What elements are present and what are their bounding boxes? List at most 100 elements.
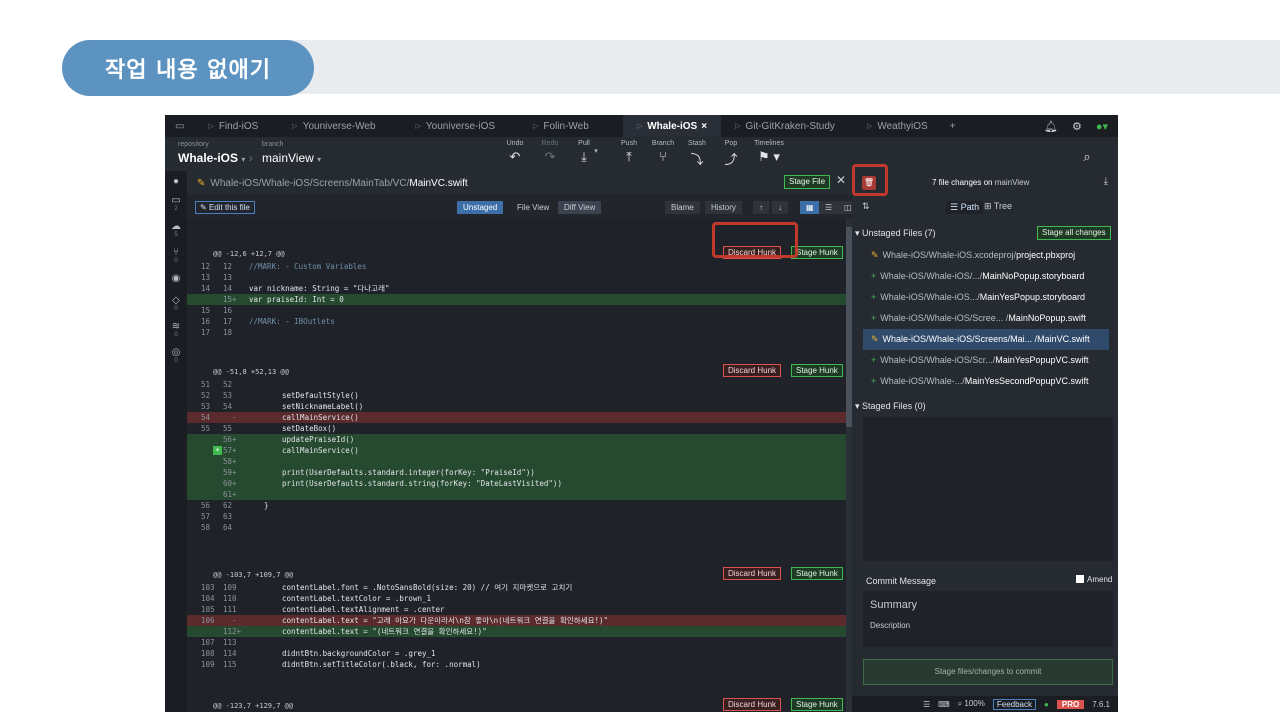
list-item[interactable]: + Whale-iOS/Whale-iOS/Scr.../MainYesPopup… — [863, 350, 1109, 371]
amend-checkbox[interactable]: Amend — [1076, 575, 1112, 584]
stage-line-plus-icon[interactable]: + — [213, 446, 222, 455]
branch-selector[interactable]: mainView ▾ — [262, 151, 321, 165]
plus-icon: + — [871, 292, 877, 302]
push-button[interactable]: Push ⤒ — [612, 140, 646, 165]
stage-hunk-button[interactable]: Stage Hunk — [791, 364, 843, 377]
pull-request-icon[interactable]: ⑂ 0 — [165, 247, 187, 265]
list-item[interactable]: + Whale-iOS/Whale-iOS/.../MainNoPopup.sto… — [863, 266, 1109, 287]
arrow-down-icon[interactable]: ↓ — [772, 201, 788, 214]
zoom-indicator[interactable]: ⌕ 100% — [958, 699, 985, 709]
staged-files-header[interactable]: ▾ Staged Files (0) — [855, 401, 926, 412]
tab-folin-web[interactable]: ▷ Folin-Web — [509, 115, 603, 137]
path-view-toggle[interactable]: ☰ Path — [946, 201, 984, 214]
repository-selector[interactable]: Whale-iOS ▾ › — [178, 151, 253, 165]
submodules-icon[interactable]: ≋ 0 — [165, 321, 187, 339]
hunk-header: @@ -103,7 +109,7 @@ — [213, 571, 294, 579]
code-line: 15 16 — [201, 306, 233, 315]
tab-git-gitkraken-study[interactable]: ▷ Git-GitKraken-Study — [721, 115, 849, 137]
discard-hunk-button[interactable]: Discard Hunk — [723, 698, 782, 711]
summary-input[interactable]: Summary — [870, 599, 917, 611]
plus-icon: + — [871, 313, 877, 323]
stage-hunk-button[interactable]: Stage Hunk — [791, 698, 843, 711]
unstaged-toggle[interactable]: Unstaged — [457, 201, 504, 214]
list-item[interactable]: + Whale-iOS/Whale-.../MainYesSecondPopupV… — [863, 371, 1109, 392]
file-changes-summary: 7 file changes on mainView — [932, 178, 1030, 187]
discard-hunk-button[interactable]: Discard Hunk — [723, 567, 782, 580]
tab-weathyios[interactable]: ▷ WeathyiOS — [849, 115, 942, 137]
gitkraken-icon[interactable]: ● — [165, 176, 187, 187]
tree-view-toggle[interactable]: ⊞ Tree — [984, 201, 1012, 212]
stage-to-commit-button[interactable]: Stage files/changes to commit — [863, 659, 1113, 685]
code-line-added: 112+ contentLabel.text = "(네트워크 연결을 확인하세요… — [187, 626, 846, 637]
code-line: 52 53 setDefaultStyle() — [201, 391, 359, 400]
pop-icon: ⤴ — [724, 152, 738, 167]
commit-message-box[interactable]: Summary Description — [863, 591, 1113, 647]
diff-code-area: @@ -12,6 +12,7 @@ Discard Hunk Stage Hun… — [187, 219, 846, 712]
list-item[interactable]: + Whale-iOS/Whale-iOS/Scree... /MainNoPop… — [863, 308, 1109, 329]
profile-avatar-icon[interactable]: ● — [1044, 700, 1049, 709]
discard-hunk-button[interactable]: Discard Hunk — [723, 364, 782, 377]
list-icon: ☰ — [950, 202, 959, 212]
code-line-added: +57+ callMainService() — [187, 445, 846, 456]
pro-badge[interactable]: PRO — [1056, 699, 1085, 709]
code-line: 13 13 — [201, 273, 233, 282]
plus-icon: + — [871, 376, 877, 386]
code-line: 57 63 — [201, 512, 233, 521]
code-line: 12 12//MARK: - Custom Variables — [201, 262, 367, 271]
redo-icon: ↷ — [544, 149, 556, 164]
code-line-added: 59+ print(UserDefaults.standard.integer(f… — [187, 467, 846, 478]
stage-all-changes-button[interactable]: Stage all changes — [1037, 226, 1111, 240]
history-toggle[interactable]: History — [705, 201, 742, 214]
local-branches-icon[interactable]: ▭ 2 — [165, 195, 187, 213]
code-line: 53 54 setNicknameLabel() — [201, 402, 364, 411]
sort-icon[interactable]: ⇅ — [862, 201, 870, 212]
feedback-button[interactable]: Feedback — [992, 698, 1037, 710]
search-icon[interactable]: ⌕ — [1070, 147, 1104, 165]
profile-avatar-icon[interactable]: ●▾ — [1096, 120, 1108, 133]
arrow-up-icon[interactable]: ↑ — [753, 201, 769, 214]
file-view-toggle[interactable]: File View — [511, 201, 555, 214]
close-icon[interactable]: ✕ — [836, 173, 846, 187]
stage-hunk-button[interactable]: Stage Hunk — [791, 246, 843, 259]
gitflow-icon[interactable]: ◎ 0 — [165, 347, 187, 365]
pull-options-icon[interactable]: ▾ — [590, 147, 602, 155]
new-tab-button[interactable]: + — [942, 115, 964, 137]
stash-button[interactable]: Stash ⤵ — [680, 140, 714, 168]
tab-whale-ios[interactable]: ▷ Whale-iOS × — [622, 115, 722, 137]
list-item[interactable]: + Whale-iOS/Whale-iOS.../MainYesPopup.sto… — [863, 287, 1109, 308]
diff-view-toggle[interactable]: Diff View — [558, 201, 602, 214]
inline-view-icon[interactable]: ☰ — [819, 201, 839, 214]
unstaged-files-header[interactable]: ▾ Unstaged Files (7) — [855, 228, 936, 239]
zoom-icon: ⌕ — [957, 699, 963, 708]
timelines-button[interactable]: Timelines ⚑ ▾ — [749, 140, 789, 165]
pop-button[interactable]: Pop ⤴ — [714, 140, 748, 168]
download-icon[interactable]: ⤓ — [1104, 176, 1108, 187]
github-icon[interactable]: ◉ — [165, 273, 187, 284]
list-item-selected[interactable]: ✎ Whale-iOS/Whale-iOS/Screens/Mai... /Mai… — [863, 329, 1109, 350]
list-item[interactable]: ✎ Whale-iOS/Whale-iOS.xcodeproj/project.p… — [863, 245, 1109, 266]
code-line-removed: 54 - callMainService() — [187, 412, 846, 423]
edit-file-button[interactable]: ✎ Edit this file — [195, 201, 255, 214]
blame-toggle[interactable]: Blame — [665, 201, 700, 214]
tab-youniverse-ios[interactable]: ▷ Youniverse-iOS — [390, 115, 510, 137]
list-icon[interactable]: ☰ — [923, 700, 930, 709]
redo-button[interactable]: Redo ↷ — [533, 140, 567, 165]
tab-youniverse-web[interactable]: ▷ Youniverse-Web — [272, 115, 389, 137]
keyboard-icon[interactable]: ⌨ — [938, 700, 950, 709]
bell-icon[interactable]: 🔔︎ — [1044, 120, 1058, 133]
remote-cloud-icon[interactable]: ☁ 5 — [165, 221, 187, 239]
left-sidebar: ● ▭ 2 ☁ 5 ⑂ 0 ◉ ◇ 0 ≋ 0 ◎ 0 — [165, 171, 187, 712]
description-input[interactable]: Description — [870, 621, 910, 630]
undo-button[interactable]: Undo ↶ — [498, 140, 532, 165]
tab-find-ios[interactable]: ▷ Find-iOS — [194, 115, 272, 137]
stage-file-button[interactable]: Stage File — [784, 175, 831, 189]
repo-tab-bar: ▭ ▷ Find-iOS ▷ Youniverse-Web ▷ Youniverse-… — [165, 115, 1118, 137]
tags-icon[interactable]: ◇ 0 — [165, 295, 187, 313]
code-line-added: 56+ updatePraiseId() — [187, 434, 846, 445]
gear-icon[interactable]: ⚙ — [1072, 120, 1082, 133]
folder-tab[interactable]: ▭ — [165, 115, 194, 137]
hunk-view-icon[interactable]: ▦ — [800, 201, 820, 214]
stage-hunk-button[interactable]: Stage Hunk — [791, 567, 843, 580]
branch-button[interactable]: Branch ⑂ — [646, 140, 680, 164]
tab-close-icon[interactable]: × — [701, 121, 707, 132]
